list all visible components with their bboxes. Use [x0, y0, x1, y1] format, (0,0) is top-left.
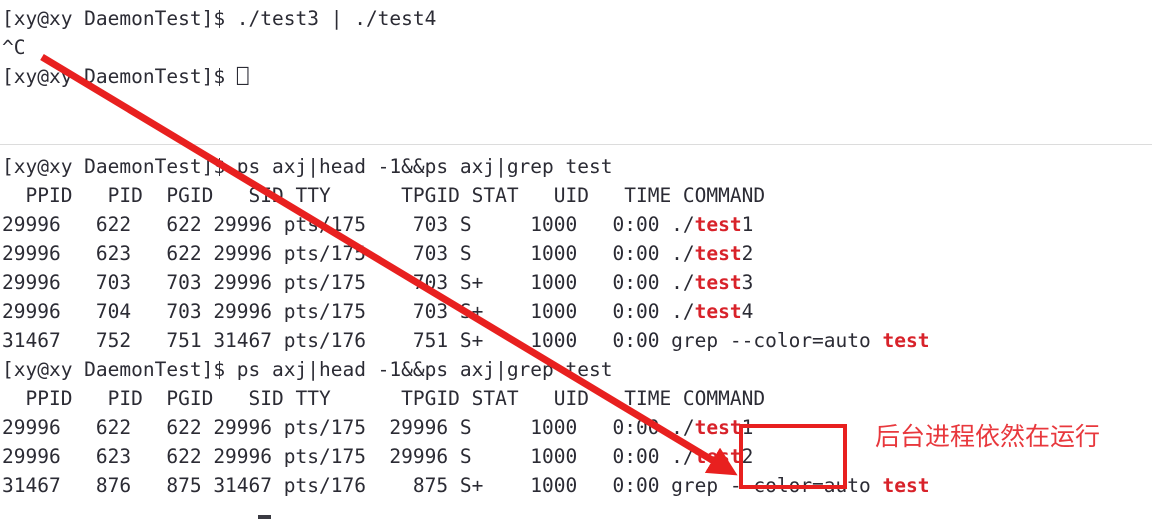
table-row: 29996 704 703 29996 pts/175 703 S+ 1000 …: [2, 300, 754, 323]
table-row: 31467 876 875 31467 pts/176 875 S+ 1000 …: [2, 474, 930, 497]
table-row: 29996 622 622 29996 pts/175 703 S 1000 0…: [2, 213, 754, 236]
terminal-session-top: [xy@xy DaemonTest]$ ./test3 | ./test4 ^C…: [0, 4, 1152, 91]
table-row: 29996 703 703 29996 pts/175 703 S+ 1000 …: [2, 271, 754, 294]
terminal-line-command: [xy@xy DaemonTest]$ ./test3 | ./test4: [2, 7, 437, 30]
terminal-line-prompt[interactable]: [xy@xy DaemonTest]$ ⎕: [0, 62, 1152, 91]
ps-output-block-1: [xy@xy DaemonTest]$ ps axj|head -1&&ps a…: [0, 152, 1152, 355]
ps2-header-row: PPID PID PGID SID TTY TPGID STAT UID TIM…: [2, 387, 766, 410]
ps1-command-line: [xy@xy DaemonTest]$ ps axj|head -1&&ps a…: [2, 155, 613, 178]
prompt-text: [xy@xy DaemonTest]$: [2, 65, 237, 88]
terminal-cursor-underline: [258, 515, 271, 519]
ps1-header-row: PPID PID PGID SID TTY TPGID STAT UID TIM…: [2, 184, 766, 207]
table-row: 31467 752 751 31467 pts/176 751 S+ 1000 …: [2, 329, 930, 352]
table-row: 29996 623 622 29996 pts/175 703 S 1000 0…: [2, 242, 754, 265]
section-divider: [0, 144, 1152, 145]
annotation-note-text: 后台进程依然在运行: [875, 422, 1101, 451]
cursor-block: ⎕: [236, 65, 249, 88]
terminal-line-interrupt: ^C: [2, 36, 26, 59]
ps2-command-line: [xy@xy DaemonTest]$ ps axj|head -1&&ps a…: [2, 358, 613, 381]
